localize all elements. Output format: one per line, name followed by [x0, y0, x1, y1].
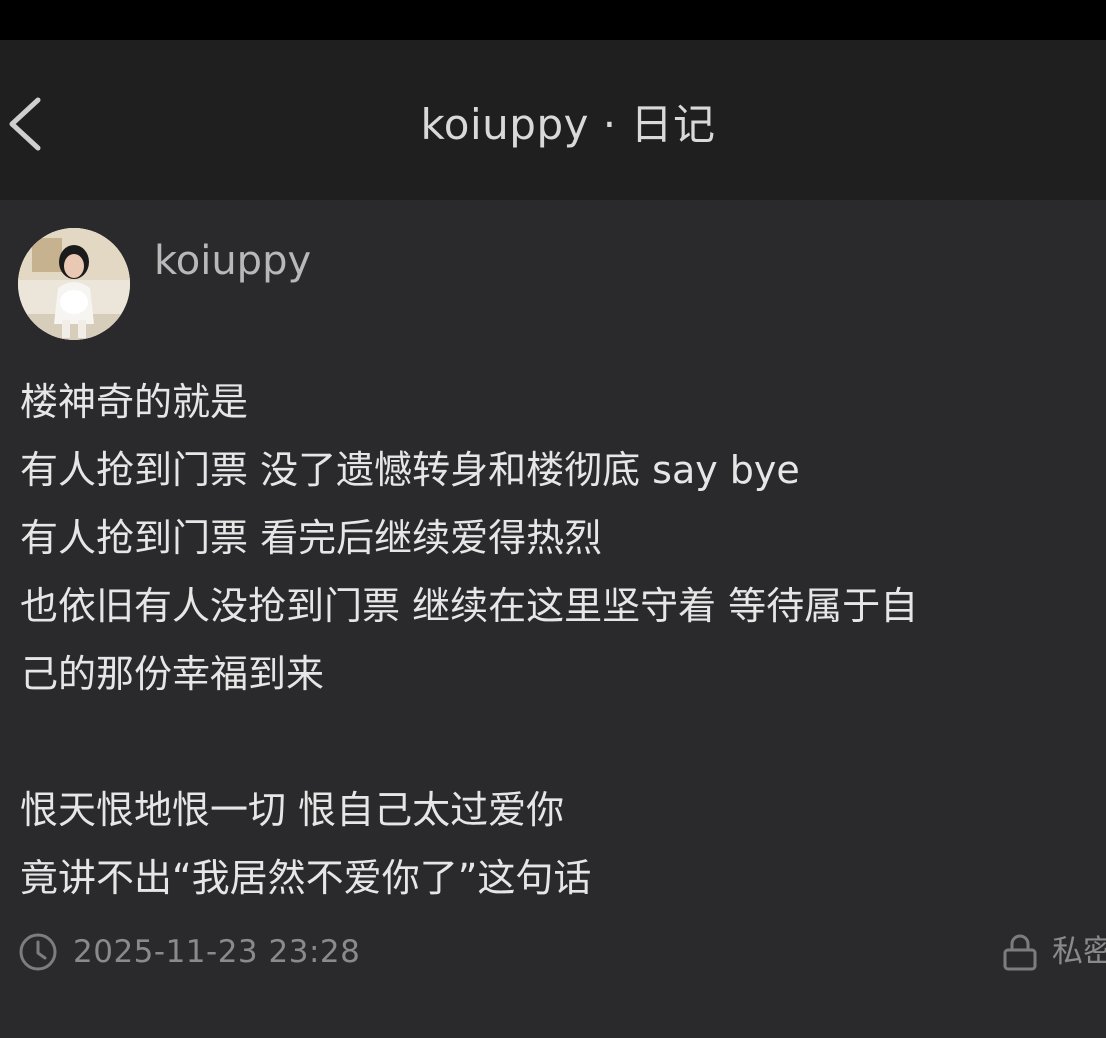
timestamp: 2025-11-23 23:28 — [73, 934, 361, 970]
diary-text: 楼神奇的就是 有人抢到门票 没了遗憾转身和楼彻底 say bye 有人抢到门票 … — [20, 368, 1100, 912]
diary-line: 己的那份幸福到来 — [20, 652, 325, 696]
status-bar — [0, 0, 1106, 40]
diary-line: 楼神奇的就是 — [20, 380, 249, 424]
diary-entry: koiuppy 楼神奇的就是 有人抢到门票 没了遗憾转身和楼彻底 say bye… — [0, 200, 1106, 1038]
page-title: koiuppy · 日记 — [420, 100, 716, 149]
avatar[interactable] — [18, 228, 130, 340]
diary-line: 恨天恨地恨一切 恨自己太过爱你 — [20, 788, 565, 832]
entry-meta: 2025-11-23 23:28 私密 — [18, 930, 1106, 974]
author-name[interactable]: koiuppy — [154, 236, 311, 286]
user-avatar — [18, 228, 130, 340]
navigation-bar: koiuppy · 日记 — [0, 40, 1106, 200]
diary-line-blank — [20, 708, 1100, 776]
privacy-label: 私密 — [1052, 934, 1106, 970]
lock-icon — [1003, 934, 1037, 971]
diary-line: 有人抢到门票 看完后继续爱得热烈 — [20, 516, 603, 560]
clock-icon — [19, 933, 57, 971]
diary-line: 有人抢到门票 没了遗憾转身和楼彻底 say bye — [20, 448, 800, 492]
diary-line: 也依旧有人没抢到门票 继续在这里坚守着 等待属于自 — [20, 584, 919, 628]
privacy-status[interactable]: 私密 — [1000, 930, 1106, 974]
diary-line: 竟讲不出“我居然不爱你了”这句话 — [20, 856, 592, 900]
